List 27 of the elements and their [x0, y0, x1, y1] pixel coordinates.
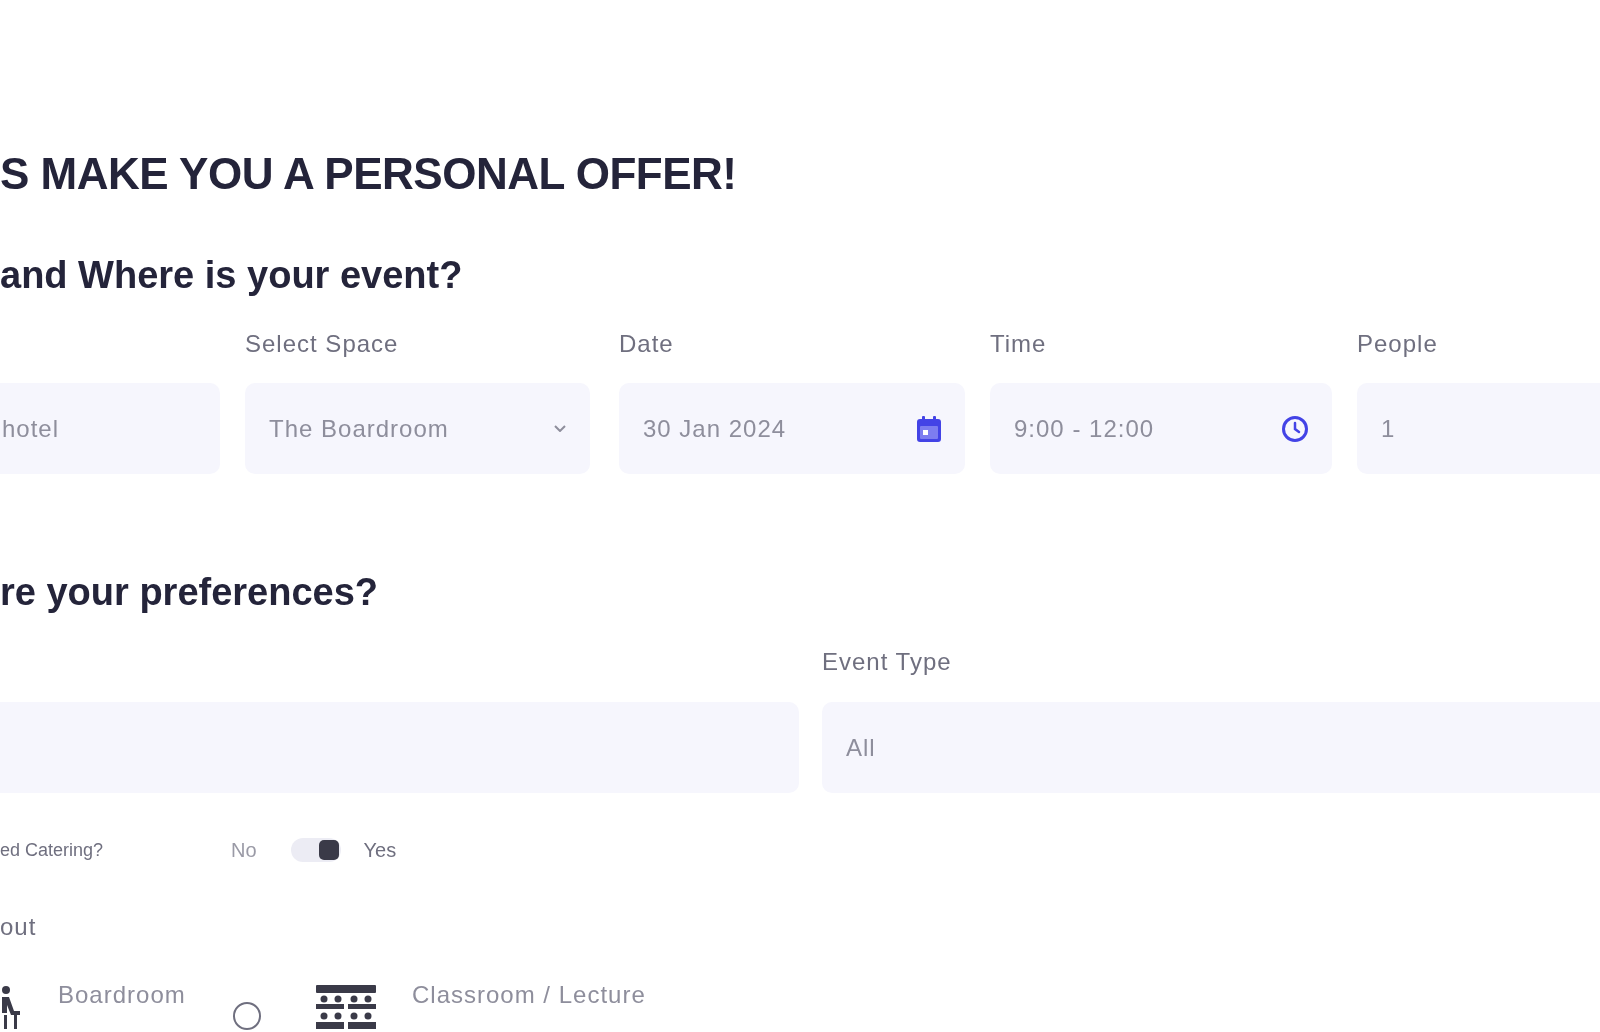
field-label: Date [619, 330, 674, 358]
layout-option-name: Boardroom [58, 981, 186, 1009]
input-field[interactable]: hotel [0, 383, 220, 474]
calendar-icon [917, 415, 941, 442]
page-heading: S MAKE YOU A PERSONAL OFFER! [0, 148, 737, 200]
toggle-off-label: No [231, 838, 257, 862]
field-label: Event Type [822, 648, 952, 676]
select-dropdown[interactable]: The Boardroom [245, 383, 590, 474]
radio-button[interactable] [233, 1002, 261, 1030]
field-label: People [1357, 330, 1438, 358]
section-title: re your preferences? [0, 570, 379, 615]
field-label: Time [990, 330, 1047, 358]
layout-label: out [0, 913, 37, 941]
toggle-on-label: Yes [363, 838, 397, 862]
toggle-switch[interactable] [290, 838, 341, 862]
field-label: Select Space [245, 330, 399, 358]
input-field[interactable]: All [822, 702, 1600, 793]
time-field[interactable]: 9:00 - 12:00 [990, 383, 1332, 474]
catering-label: ed Catering? [0, 839, 105, 862]
chair-icon [0, 985, 20, 1029]
layout-option-name: Classroom / Lecture [412, 981, 646, 1009]
classroom-icon [316, 985, 376, 1029]
number-field[interactable]: 1 [1357, 383, 1600, 474]
chevron-down-icon [554, 425, 566, 432]
clock-icon [1282, 415, 1308, 442]
section-title: and Where is your event? [0, 253, 463, 298]
date-field[interactable]: 30 Jan 2024 [619, 383, 965, 474]
